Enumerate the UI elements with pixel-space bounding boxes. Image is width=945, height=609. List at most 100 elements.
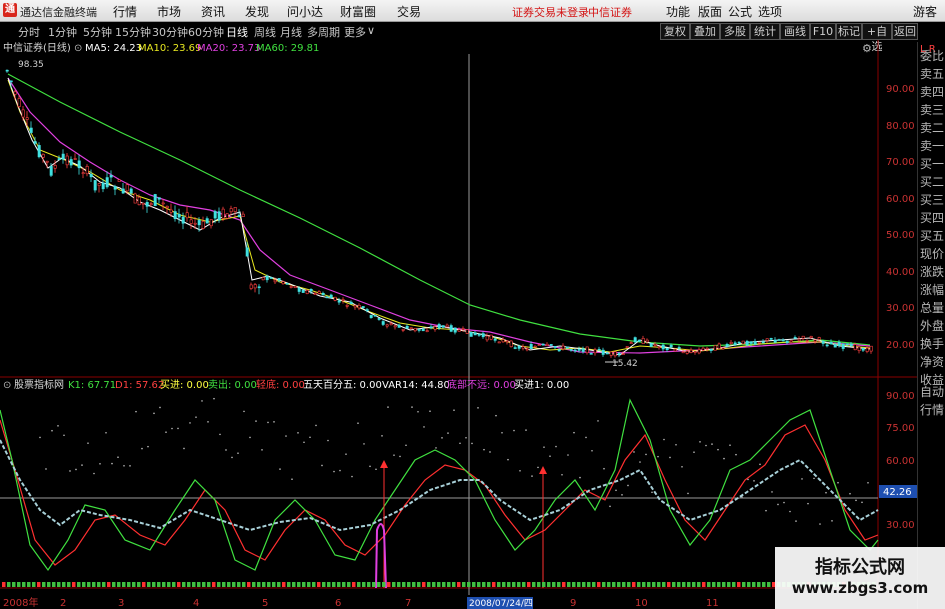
indicator-dot <box>279 468 281 470</box>
candle-body <box>281 281 285 285</box>
signal-cell <box>402 582 406 587</box>
menu-zixun[interactable]: 资讯 <box>201 3 225 20</box>
app-name: 通达信金融终端 <box>20 6 97 19</box>
sidebar-item[interactable]: 买四 <box>920 210 945 227</box>
sidebar-item[interactable]: 买二 <box>920 174 945 191</box>
candle-body <box>209 219 213 227</box>
tongji-button[interactable]: 统计 <box>750 23 780 40</box>
candle-body <box>597 348 601 351</box>
signal-cell <box>357 582 361 587</box>
chart-settings-icon[interactable]: ⊙ <box>74 43 82 54</box>
tab-monthly[interactable]: 月线 <box>280 24 302 40</box>
sidebar-item[interactable]: 委比 <box>920 48 945 65</box>
signal-cell <box>372 582 376 587</box>
menu-banmian[interactable]: 版面 <box>698 3 722 20</box>
menu-wenxiaoda[interactable]: 问小达 <box>287 3 323 20</box>
indicator-dot <box>465 436 467 439</box>
candle-body <box>557 349 561 352</box>
indicator-dot <box>837 481 839 484</box>
sidebar-item[interactable]: 卖五 <box>920 66 945 83</box>
tab-more[interactable]: 更多 <box>344 24 366 40</box>
sidebar-item[interactable]: 换手 <box>920 336 945 353</box>
candle-body <box>669 344 673 348</box>
candle-body <box>633 337 637 343</box>
tab-5min[interactable]: 5分钟 <box>83 24 112 40</box>
candle-body <box>865 347 869 352</box>
sidebar-auto[interactable]: 自动 <box>920 384 945 401</box>
chevron-down-icon[interactable]: ∨ <box>367 24 375 37</box>
tab-15min[interactable]: 15分钟 <box>115 24 151 40</box>
candle-body <box>265 275 269 281</box>
sidebar-item[interactable]: 总量 <box>920 300 945 317</box>
sidebar-hangqing[interactable]: 行情 <box>920 402 945 419</box>
candle-body <box>741 340 745 345</box>
tab-1min[interactable]: 1分钟 <box>48 24 77 40</box>
huaxian-button[interactable]: 画线 <box>780 23 810 40</box>
indicator-settings-icon[interactable]: ⊙ <box>3 380 11 391</box>
signal-cell <box>47 582 51 587</box>
sidebar-item[interactable]: 买五 <box>920 228 945 245</box>
menu-hangqing[interactable]: 行情 <box>113 3 137 20</box>
diejia-button[interactable]: 叠加 <box>690 23 720 40</box>
biaoji-button[interactable]: 标记 <box>836 23 862 40</box>
sidebar-item[interactable]: 涨幅 <box>920 282 945 299</box>
sidebar-item[interactable]: 买一 <box>920 156 945 173</box>
menu-gongshi[interactable]: 公式 <box>728 3 752 20</box>
signal-cell <box>157 582 161 587</box>
price-tick: 20.00 <box>886 340 915 351</box>
sidebar-item[interactable]: 现价 <box>920 246 945 263</box>
indicator-dot <box>381 435 383 437</box>
tab-daily[interactable]: 日线 <box>226 24 248 40</box>
menu-shichang[interactable]: 市场 <box>157 3 181 20</box>
indicator-dot <box>633 451 635 453</box>
tab-fenshi[interactable]: 分时 <box>18 24 40 40</box>
time-tick: 2 <box>60 598 66 609</box>
signal-cell <box>137 582 141 587</box>
candle-body <box>745 340 749 346</box>
signal-cell <box>677 582 681 587</box>
menu-jiaoyi[interactable]: 交易 <box>397 3 421 20</box>
indicator-dot <box>729 444 731 446</box>
candle-body <box>581 348 585 352</box>
kline-chart[interactable]: 中信证券(日线) ⊙ MA5: 24.23 MA10: 23.69 MA20: … <box>0 40 917 609</box>
signal-cell <box>447 582 451 587</box>
sidebar-item[interactable]: 卖一 <box>920 138 945 155</box>
sidebar-item[interactable]: 卖二 <box>920 120 945 137</box>
menu-faxian[interactable]: 发现 <box>245 3 269 20</box>
add-watchlist-button[interactable]: +自选 <box>862 23 892 53</box>
menu-caifuquan[interactable]: 财富圈 <box>340 3 376 20</box>
sidebar-item[interactable]: 卖四 <box>920 84 945 101</box>
signal-cell <box>12 582 16 587</box>
f10-button[interactable]: F10 <box>810 23 836 40</box>
sidebar-item[interactable]: 卖三 <box>920 102 945 119</box>
menu-xuanxiang[interactable]: 选项 <box>758 3 782 20</box>
candle-body <box>301 289 305 293</box>
candle-body <box>529 343 533 350</box>
candle-body <box>869 345 873 352</box>
guest-label[interactable]: 游客 <box>913 3 937 20</box>
settings-icon[interactable]: ⚙ <box>862 42 872 55</box>
signal-cell <box>637 582 641 587</box>
sidebar-item[interactable]: 外盘 <box>920 318 945 335</box>
duogu-button[interactable]: 多股 <box>720 23 750 40</box>
back-button[interactable]: 返回 <box>892 23 918 40</box>
sidebar-item[interactable]: 净资 <box>920 354 945 371</box>
candle-body <box>609 351 613 356</box>
signal-cell <box>557 582 561 587</box>
signal-cell <box>152 582 156 587</box>
login-notice[interactable]: 证券交易未登录 <box>512 4 589 20</box>
candle-body <box>257 286 261 289</box>
signal-cell <box>587 582 591 587</box>
tab-60min[interactable]: 60分钟 <box>188 24 224 40</box>
tab-weekly[interactable]: 周线 <box>254 24 276 40</box>
fuquan-button[interactable]: 复权 <box>660 23 690 40</box>
signal-cell <box>127 582 131 587</box>
tab-multiperiod[interactable]: 多周期 <box>307 24 340 40</box>
candle-body <box>309 289 313 292</box>
sidebar-item[interactable]: 买三 <box>920 192 945 209</box>
candle-body <box>485 335 489 341</box>
tab-30min[interactable]: 30分钟 <box>152 24 188 40</box>
menu-gongneng[interactable]: 功能 <box>666 3 690 20</box>
sidebar-item[interactable]: 涨跌 <box>920 264 945 281</box>
candle-body <box>237 215 241 218</box>
